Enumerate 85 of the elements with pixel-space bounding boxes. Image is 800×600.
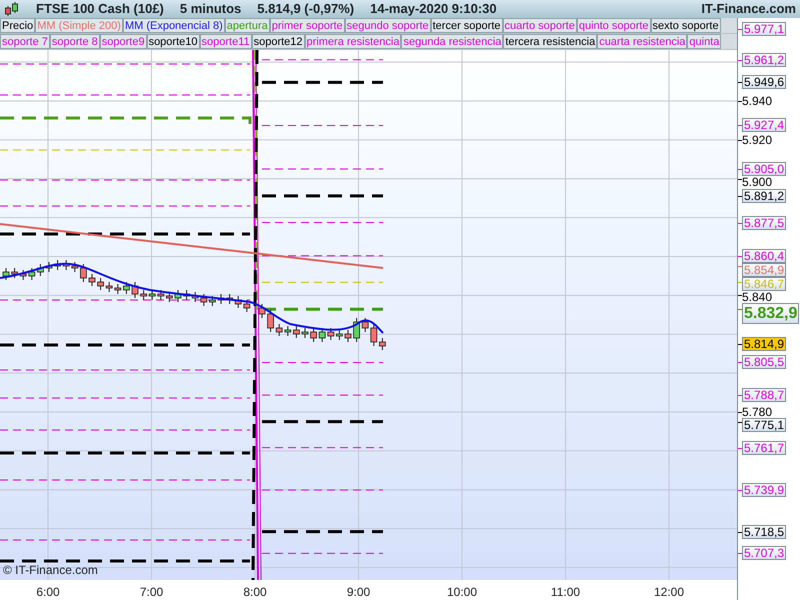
time-axis-label: 8:00: [243, 584, 267, 600]
candlestick: [140, 290, 147, 300]
last-price-label: 5.814,9: [742, 337, 786, 352]
price-level-label: 5.891,2: [742, 188, 786, 203]
legend-item: primera resistencia: [304, 34, 402, 49]
candlestick: [37, 264, 44, 276]
candlestick: [183, 290, 190, 300]
candlestick: [258, 304, 266, 318]
price-tick-label: 5.940: [742, 95, 772, 107]
price-level-label: 5.961,2: [742, 52, 786, 67]
legend-item: tercera resistencia: [503, 34, 598, 49]
legend-item: soporte 7: [0, 34, 50, 49]
price-level-label: 5.846,7: [742, 276, 786, 291]
price-level-label: 5.788,7: [742, 388, 786, 402]
candlestick: [11, 268, 18, 278]
candlestick: [123, 282, 130, 294]
price-level-label: 5.761,7: [742, 440, 786, 455]
legend-item: soporte12: [252, 34, 305, 49]
candlestick: [218, 294, 224, 304]
candlestick: [293, 326, 300, 338]
price-level-label: 5.860,4: [742, 248, 786, 263]
candlestick: [302, 328, 308, 338]
price-level-label: 5.775,1: [742, 418, 786, 432]
legend-item: tercer soporte: [430, 18, 502, 33]
time-axis-label: 9:00: [346, 584, 370, 600]
price-quote: 5.814,9 (-0,97%): [257, 0, 354, 18]
legend-item: quinta: [687, 34, 722, 49]
candlestick: [379, 338, 386, 350]
price-level-label: 5.739,9: [742, 482, 786, 497]
legend-item: segundo soporte: [344, 18, 431, 33]
candlestick: [226, 294, 233, 304]
copyright-label: © IT-Finance.com: [3, 562, 98, 579]
candlestick: [132, 282, 138, 298]
legend-item: cuarto soporte: [502, 18, 577, 33]
legend-item: sexto soporte: [650, 18, 721, 33]
price-level-label: 5.707,3: [742, 546, 786, 560]
price-level-label: 5.927,4: [742, 118, 786, 132]
price-level-label: 5.949,6: [742, 75, 786, 90]
legend-item: MM (Simple 200): [35, 18, 123, 33]
open-price-label: 5.832,9: [742, 302, 800, 324]
candlestick: [97, 278, 104, 290]
legend-item: soporte10: [146, 34, 200, 49]
time-axis-label: 7:00: [140, 584, 164, 600]
price-level-label: 5.718,5: [742, 524, 786, 539]
legend-item: quinto soporte: [576, 18, 651, 33]
legend-item: apertura: [224, 18, 270, 33]
price-tick-label: 5.840: [742, 290, 772, 303]
candlestick: [353, 318, 360, 342]
price-level-label: 5.977,1: [742, 22, 786, 36]
candlestick: [2, 268, 10, 280]
candlestick: [310, 328, 317, 342]
legend-item: soporte 8: [50, 34, 100, 49]
price-tick-label: 5.780: [742, 406, 772, 418]
price-level-label: 5.854,9: [742, 262, 786, 277]
legend-item: segunda resistencia: [401, 34, 504, 49]
time-axis-label: 12:00: [654, 584, 684, 600]
legend-item: primer soporte: [270, 18, 345, 33]
candlestick: [267, 310, 274, 332]
candlestick: [54, 260, 61, 270]
time-axis-label: 10:00: [446, 584, 478, 600]
legend-item: MM (Exponencial 8): [122, 18, 225, 33]
candlestick-icon: [4, 1, 20, 17]
candlestick: [88, 274, 96, 286]
date-time: 14-may-2020 9:10:30: [370, 0, 497, 18]
candlestick: [174, 290, 182, 302]
price-level-label: 5.905,0: [742, 162, 786, 176]
timeframe-label: 5 minutos: [180, 0, 242, 18]
candlestick: [80, 264, 87, 282]
time-axis-label: 11:00: [550, 584, 580, 600]
candlestick: [46, 262, 52, 272]
time-axis-label: 6:00: [36, 584, 60, 600]
candlestick: [209, 296, 216, 306]
legend-item: Precio: [0, 18, 36, 33]
candlestick: [166, 292, 173, 302]
site-name: IT-Finance.com: [701, 0, 796, 18]
price-tick-label: 5.900: [742, 176, 772, 188]
legend-item: cuarta resistencia: [597, 34, 688, 49]
legend-item: soporte11: [200, 34, 252, 49]
price-level-label: 5.877,5: [742, 216, 786, 230]
price-level-label: 5.805,5: [742, 355, 786, 370]
legend-item: soporte9: [100, 34, 147, 49]
instrument-name: FTSE 100 Cash (10£): [36, 0, 164, 18]
candlestick: [344, 330, 352, 342]
candlestick: [336, 330, 343, 340]
price-tick-label: 5.920: [742, 134, 772, 146]
